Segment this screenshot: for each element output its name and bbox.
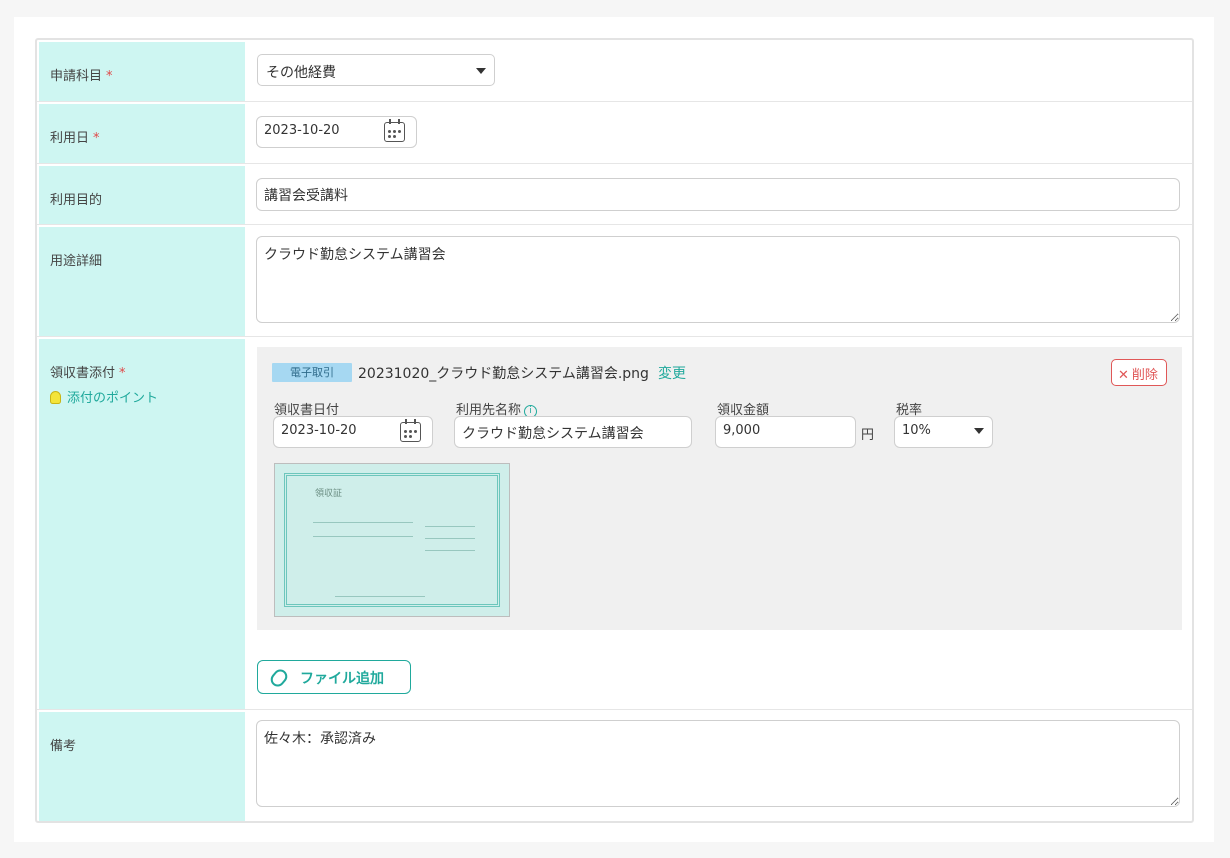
amount-input[interactable]: 9,000 — [715, 416, 856, 448]
tax-rate-select[interactable]: 10% — [894, 416, 993, 448]
form-card: 申請科目 * その他経費 利用日 * 2023-10-20 利用目的 講習会受講… — [14, 17, 1214, 842]
chevron-down-icon — [974, 428, 984, 434]
receipt-label: 領収書添付 * 添付のポイント — [39, 339, 245, 709]
category-value: その他経費 — [266, 65, 336, 81]
detail-label: 用途詳細 — [39, 227, 245, 336]
receipt-date-input[interactable]: 2023-10-20 — [273, 416, 433, 448]
change-link[interactable]: 変更 — [658, 363, 686, 383]
calendar-icon[interactable] — [400, 419, 421, 442]
vendor-input[interactable]: クラウド勤怠システム講習会 — [454, 416, 692, 448]
electronic-transaction-badge: 電子取引 — [272, 363, 352, 382]
row-notes: 備考 佐々木：承認済み — [37, 710, 1192, 821]
expense-form: 申請科目 * その他経費 利用日 * 2023-10-20 利用目的 講習会受講… — [35, 38, 1194, 823]
use-date-label: 利用日 * — [39, 104, 245, 163]
row-purpose: 利用目的 講習会受講料 — [37, 164, 1192, 225]
use-date-input[interactable]: 2023-10-20 — [256, 116, 417, 148]
row-detail: 用途詳細 クラウド勤怠システム講習会 — [37, 225, 1192, 337]
receipt-thumbnail[interactable]: 領収証 — [274, 463, 510, 617]
category-label: 申請科目 * — [39, 42, 245, 101]
thumbnail-title: 領収証 — [315, 489, 343, 499]
bulb-icon — [50, 391, 61, 404]
notes-textarea[interactable]: 佐々木：承認済み — [256, 720, 1180, 807]
currency-unit: 円 — [861, 428, 875, 443]
purpose-label: 利用目的 — [39, 166, 245, 224]
detail-textarea[interactable]: クラウド勤怠システム講習会 — [256, 236, 1180, 323]
attach-tip-link[interactable]: 添付のポイント — [50, 387, 234, 406]
row-receipt: 領収書添付 * 添付のポイント 電子取引 20231020_クラウド勤怠システム講… — [37, 337, 1192, 710]
paperclip-icon — [267, 666, 291, 690]
purpose-input[interactable]: 講習会受講料 — [256, 178, 1180, 211]
row-category: 申請科目 * その他経費 — [37, 40, 1192, 102]
chevron-down-icon — [476, 68, 486, 74]
delete-button[interactable]: ✕ 削除 — [1111, 359, 1167, 386]
add-file-button[interactable]: ファイル追加 — [257, 660, 411, 694]
purpose-value: 講習会受講料 — [264, 188, 348, 204]
attachment-filename: 20231020_クラウド勤怠システム講習会.png — [358, 366, 649, 382]
attachment-panel: 電子取引 20231020_クラウド勤怠システム講習会.png 変更 ✕ 削除 領… — [257, 347, 1182, 630]
category-select[interactable]: その他経費 — [257, 54, 495, 86]
notes-label: 備考 — [39, 712, 245, 821]
close-icon: ✕ — [1118, 368, 1129, 383]
calendar-icon[interactable] — [384, 119, 405, 142]
use-date-value: 2023-10-20 — [264, 123, 340, 138]
row-use-date: 利用日 * 2023-10-20 — [37, 102, 1192, 164]
